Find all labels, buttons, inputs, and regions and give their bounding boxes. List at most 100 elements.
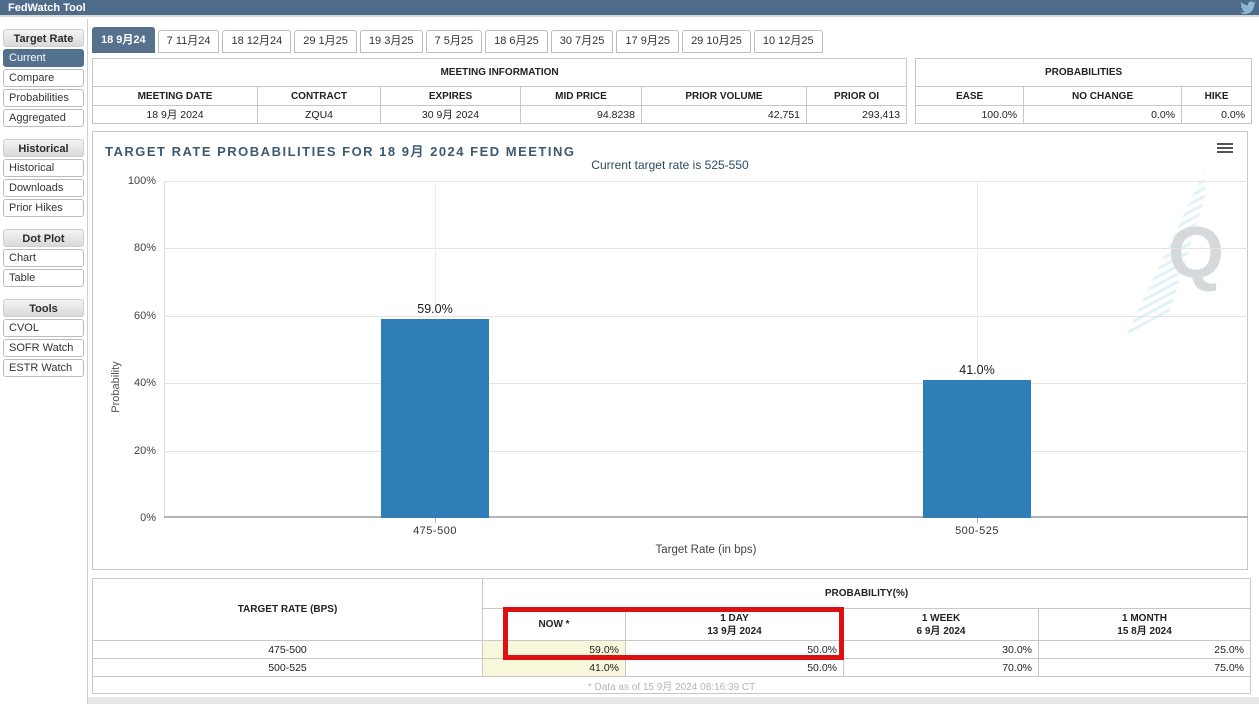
y-tick-label: 0% [106,512,156,524]
column-header: EASE [916,87,1024,106]
twitter-icon[interactable] [1240,1,1256,15]
column-header: PRIOR VOLUME [642,87,807,106]
probability-cell: 75.0% [1039,659,1251,677]
meeting-information-table: MEETING INFORMATIONMEETING DATECONTRACTE… [92,58,907,124]
probability-group-header: PROBABILITY(%) [483,579,1251,609]
quikstrike-watermark: Q [1120,189,1230,309]
sidebar-item-cvol[interactable]: CVOL [3,319,84,337]
column-header: MEETING DATE [93,87,258,106]
x-tick-mark [435,518,436,523]
tab-29-10月25[interactable]: 29 10月25 [682,30,751,53]
cell-value: 30 9月 2024 [381,106,521,124]
probability-cell: 25.0% [1039,641,1251,659]
table-row: 500-52541.0%50.0%70.0%75.0% [93,659,1251,677]
sidebar-item-downloads[interactable]: Downloads [3,179,84,197]
column-header: HIKE [1182,87,1252,106]
column-header: PRIOR OI [807,87,907,106]
meeting-date-tabs: 18 9月247 11月2418 12月2429 1月2519 3月257 5月… [92,27,823,53]
bar-value-label: 41.0% [927,363,1027,377]
sidebar-section-target-rate: Target Rate [3,29,84,47]
info-row: MEETING INFORMATIONMEETING DATECONTRACTE… [92,58,1250,124]
chart-panel: TARGET RATE PROBABILITIES FOR 18 9月 2024… [92,131,1248,570]
column-header: EXPIRES [381,87,521,106]
y-tick-label: 80% [106,242,156,254]
probability-cell: 41.0% [483,659,626,677]
cell-value: 100.0% [916,106,1024,124]
column-header: CONTRACT [258,87,381,106]
sidebar-item-sofr-watch[interactable]: SOFR Watch [3,339,84,357]
sidebar-item-probabilities[interactable]: Probabilities [3,89,84,107]
probability-cell: 30.0% [844,641,1039,659]
target-rate-cell: 475-500 [93,641,483,659]
x-axis-label: Target Rate (in bps) [164,544,1248,556]
sidebar-section-tools: Tools [3,299,84,317]
x-tick-label: 500-525 [917,525,1037,537]
sidebar-item-historical[interactable]: Historical [3,159,84,177]
data-as-of-footnote: * Data as of 15 9月 2024 08:16:39 CT [93,677,1251,694]
tab-18-12月24[interactable]: 18 12月24 [222,30,291,53]
period-header-1-day: 1 DAY13 9月 2024 [626,609,844,641]
sidebar-section-historical: Historical [3,139,84,157]
sidebar-item-table[interactable]: Table [3,269,84,287]
sidebar-item-current[interactable]: Current [3,49,84,67]
sidebar-item-compare[interactable]: Compare [3,69,84,87]
tab-29-1月25[interactable]: 29 1月25 [294,30,357,53]
gridline [164,516,1248,518]
target-rate-cell: 500-525 [93,659,483,677]
tab-18-9月24[interactable]: 18 9月24 [92,27,155,53]
period-header-1-month: 1 MONTH15 8月 2024 [1039,609,1251,641]
cell-value: 0.0% [1182,106,1252,124]
table-caption: MEETING INFORMATION [93,59,907,87]
period-header-1-week: 1 WEEK6 9月 2024 [844,609,1039,641]
app-header: FedWatch Tool [0,0,1259,17]
probability-cell: 70.0% [844,659,1039,677]
tab-7-5月25[interactable]: 7 5月25 [426,30,483,53]
tab-17-9月25[interactable]: 17 9月25 [616,30,679,53]
tab-30-7月25[interactable]: 30 7月25 [551,30,614,53]
sidebar-section-dot-plot: Dot Plot [3,229,84,247]
cell-value: 0.0% [1024,106,1182,124]
bottom-strip [88,697,1259,704]
x-tick-label: 475-500 [375,525,495,537]
gridline [164,248,1248,249]
watermark-q-letter: Q [1168,217,1224,289]
bar-value-label: 59.0% [385,302,485,316]
sidebar-item-estr-watch[interactable]: ESTR Watch [3,359,84,377]
probability-history-table: TARGET RATE (BPS)PROBABILITY(%)NOW *1 DA… [92,578,1250,694]
tab-7-11月24[interactable]: 7 11月24 [158,30,220,53]
app-title: FedWatch Tool [8,2,86,14]
gridline [164,451,1248,452]
cell-value: 293,413 [807,106,907,124]
sidebar-item-prior-hikes[interactable]: Prior Hikes [3,199,84,217]
sidebar-item-chart[interactable]: Chart [3,249,84,267]
gridline [164,181,1248,182]
cell-value: 94.8238 [521,106,642,124]
probabilities-summary-table: PROBABILITIESEASENO CHANGEHIKE100.0%0.0%… [915,58,1252,124]
cell-value: 18 9月 2024 [93,106,258,124]
tab-10-12月25[interactable]: 10 12月25 [754,30,823,53]
chart-subtitle: Current target rate is 525-550 [93,158,1247,172]
gridline [164,383,1248,384]
plot-area: Q 0%20%40%60%80%100%59.0%475-50041.0%500… [164,181,1248,518]
y-tick-label: 60% [106,310,156,322]
period-header-now: NOW * [483,609,626,641]
sidebar-item-aggregated[interactable]: Aggregated [3,109,84,127]
tab-18-6月25[interactable]: 18 6月25 [485,30,548,53]
cell-value: ZQU4 [258,106,381,124]
gridline [164,316,1248,317]
chart-menu-icon[interactable] [1217,143,1233,155]
table-caption: PROBABILITIES [916,59,1252,87]
probability-cell: 50.0% [626,641,844,659]
probability-bar-475-500[interactable] [381,319,489,518]
y-tick-label: 40% [106,377,156,389]
x-tick-mark [977,518,978,523]
cell-value: 42,751 [642,106,807,124]
y-tick-label: 100% [106,175,156,187]
column-header: NO CHANGE [1024,87,1182,106]
tab-19-3月25[interactable]: 19 3月25 [360,30,423,53]
table-row: 475-50059.0%50.0%30.0%25.0% [93,641,1251,659]
probability-cell: 50.0% [626,659,844,677]
target-rate-header: TARGET RATE (BPS) [93,579,483,641]
probability-bar-500-525[interactable] [923,380,1031,518]
column-header: MID PRICE [521,87,642,106]
